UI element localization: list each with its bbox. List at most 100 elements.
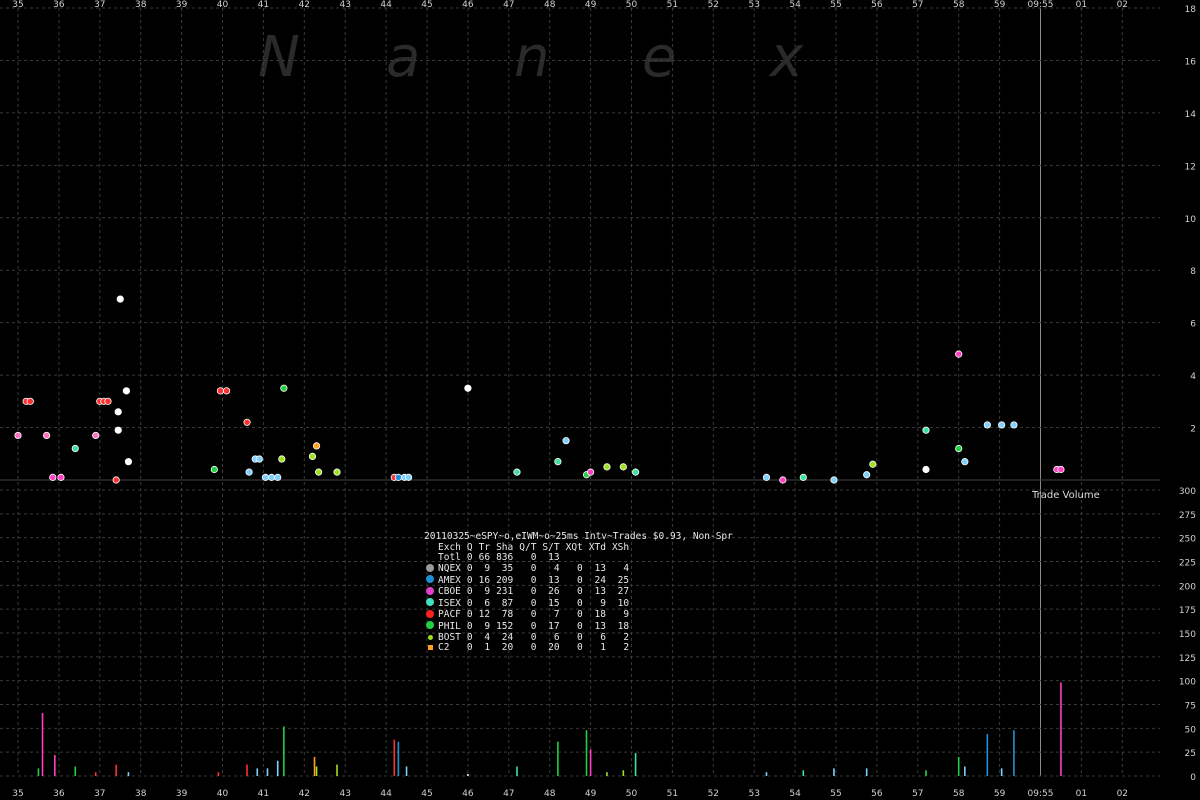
x-tick-label-bottom: 51 [667, 789, 678, 799]
x-tick-label-bottom: 49 [585, 789, 597, 799]
trade-point [122, 387, 130, 395]
volume-bar [315, 766, 318, 776]
y-tick-label: 18 [1185, 5, 1197, 15]
volume-bar [557, 741, 559, 776]
stats-cell: 6 [484, 597, 491, 609]
stats-cell: 0 [530, 609, 537, 620]
exchange-swatch-cell [424, 633, 436, 644]
stats-cell: 35 [501, 563, 514, 574]
trade-point [222, 387, 231, 395]
stats-cell: 0 [530, 586, 537, 597]
stats-cell: 0 [530, 574, 537, 586]
x-tick-label-bottom: 40 [217, 789, 229, 799]
stats-cell: 25 [617, 574, 630, 586]
stats-cell [606, 553, 629, 564]
stats-cell: 0 [577, 620, 583, 632]
watermark-letter: e [642, 25, 676, 90]
volume-bar [925, 770, 927, 776]
watermark-letter: x [768, 25, 804, 90]
stats-cell: 10 [617, 597, 630, 609]
volume-bar [94, 772, 97, 776]
y-tick-label: 14 [1185, 110, 1197, 120]
exchange-name: Totl [438, 552, 461, 563]
stats-cell: 0 [530, 620, 537, 632]
x-tick-label-bottom: 38 [135, 789, 147, 799]
exchange-swatch-cell [424, 621, 436, 633]
volume-bar [74, 766, 77, 776]
exchange-color-marker [426, 598, 434, 606]
volume-bar [622, 770, 625, 776]
stats-cell: 87 [501, 597, 514, 609]
stats-row: PACF 0 12 78 0 7 0 18 9 [424, 609, 629, 622]
stats-column-header: XQt [565, 541, 583, 553]
stats-column-header: XTd [588, 541, 606, 553]
stats-cell: 0 [466, 597, 473, 609]
trade-point [280, 384, 288, 392]
trade-point [554, 458, 562, 466]
trade-point [394, 473, 402, 481]
trade-point [603, 463, 611, 471]
volume-bar [256, 768, 259, 776]
volume-bar [41, 713, 44, 776]
trade-point [267, 473, 276, 481]
stats-cell: 9 [484, 586, 491, 597]
x-tick-label-bottom: 54 [789, 789, 801, 799]
volume-bar [516, 766, 518, 776]
volume-y-tick-label: 225 [1179, 559, 1196, 569]
trade-point [830, 476, 838, 484]
trade-point [57, 473, 65, 481]
x-tick-label-bottom: 50 [626, 789, 638, 799]
stats-cell: 13 [548, 552, 560, 563]
stats-cell: 4 [623, 563, 630, 574]
stats-cell: 0 [466, 563, 473, 574]
volume-bar [54, 755, 56, 776]
trade-point [1010, 421, 1018, 429]
y-tick-label: 16 [1185, 57, 1197, 67]
stats-cell: 13 [594, 563, 606, 574]
exchange-swatch-cell [424, 643, 436, 654]
stats-title: 20110325~eSPY~o,eIWM~o~25ms Intv~Trades … [424, 531, 733, 542]
trade-point [799, 473, 807, 481]
trade-point [562, 437, 570, 445]
watermark-letter: n [514, 25, 550, 90]
stats-cell: 0 [577, 642, 583, 653]
stats-cell: 0 [577, 574, 583, 586]
trade-point [114, 426, 122, 434]
volume-bar [393, 739, 396, 776]
volume-bar [986, 734, 989, 776]
stats-cell: 0 [577, 586, 583, 597]
exchange-color-marker [426, 609, 434, 618]
volume-y-tick-label: 150 [1179, 630, 1196, 640]
exchange-name: PACF [438, 609, 461, 620]
stats-cell: 0 [530, 563, 537, 574]
volume-bar [606, 772, 608, 776]
volume-bar [1060, 682, 1062, 776]
exchange-name: CBOE [438, 586, 461, 597]
volume-y-tick-label: 25 [1185, 749, 1196, 759]
watermark-letter: a [386, 25, 420, 90]
volume-bar [266, 768, 269, 776]
stats-cell: 9 [600, 597, 606, 609]
stats-cell: 0 [530, 597, 537, 609]
stats-cell: 0 [530, 552, 537, 563]
volume-y-tick-label: 100 [1179, 678, 1196, 688]
exchange-color-marker [426, 563, 434, 572]
trade-point [124, 458, 133, 466]
trade-point [464, 384, 472, 392]
trade-point [71, 444, 79, 453]
x-tick-label-bottom: 53 [748, 789, 759, 799]
volume-bar [276, 760, 279, 776]
exchange-name: ISEX [438, 597, 461, 609]
volume-y-tick-label: 125 [1179, 654, 1196, 664]
volume-bar [246, 764, 248, 776]
volume-bar [957, 756, 960, 776]
stats-cell: 9 [484, 620, 491, 632]
stats-row: AMEX 0 16 209 0 13 0 24 25 [424, 575, 629, 587]
x-tick-label-bottom: 35 [12, 789, 23, 799]
stats-cell: 0 [466, 609, 473, 620]
stats-cell [583, 553, 606, 564]
trade-point [631, 468, 640, 476]
stats-cell: 13 [594, 620, 606, 632]
stats-cell: 27 [617, 586, 630, 597]
stats-cell: 66 [478, 552, 491, 563]
